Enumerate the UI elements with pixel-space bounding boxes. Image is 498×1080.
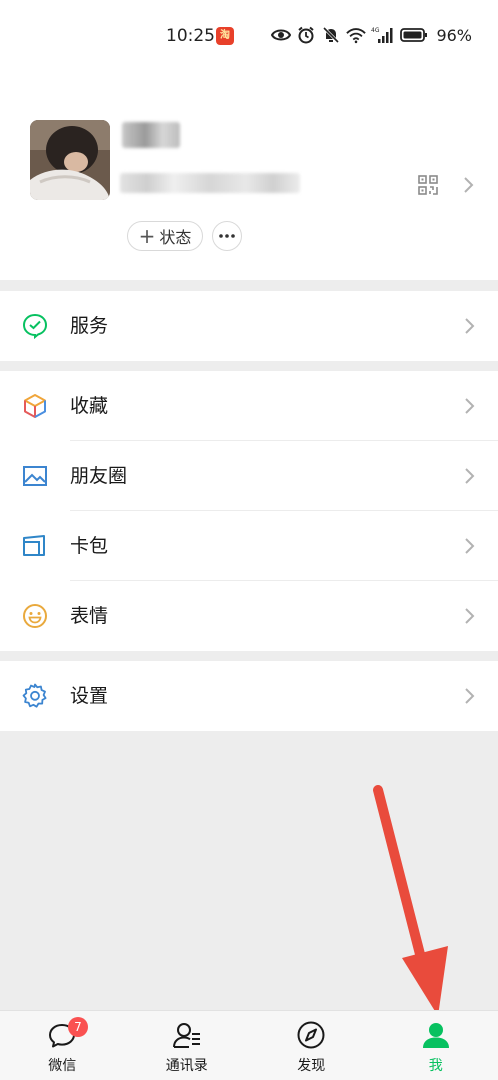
signal-icon: 4G (371, 25, 395, 45)
chevron-right-icon (464, 687, 476, 705)
more-button[interactable] (212, 221, 242, 251)
menu-item-cards[interactable]: 卡包 (0, 511, 498, 581)
network-type-label: 4G (371, 27, 380, 34)
smiley-icon (22, 603, 48, 629)
plus-icon: + (138, 224, 156, 248)
tab-me[interactable]: 我 (374, 1011, 498, 1080)
compass-icon (296, 1020, 326, 1050)
bottom-tab-bar: 7 微信 通讯录 发现 我 (0, 1010, 498, 1080)
tab-discover-label: 发现 (297, 1058, 326, 1074)
menu-item-moments[interactable]: 朋友圈 (0, 441, 498, 511)
more-dots-icon (219, 234, 235, 238)
settings-group: 设置 (0, 661, 498, 731)
card-wallet-icon (22, 533, 48, 559)
add-status-button[interactable]: + 状态 (127, 221, 203, 251)
status-bar: 10:25 淘 4G 96% (0, 0, 498, 75)
person-icon (421, 1020, 451, 1050)
settings-label: 设置 (70, 685, 109, 707)
unread-badge: 7 (68, 1017, 88, 1037)
wifi-icon (346, 25, 367, 45)
chevron-right-icon (464, 397, 476, 415)
tab-me-label: 我 (428, 1058, 443, 1074)
nickname-redacted (122, 122, 180, 148)
features-group: 收藏 朋友圈 卡包 表情 (0, 371, 498, 651)
services-icon (22, 313, 48, 340)
menu-item-settings[interactable]: 设置 (0, 661, 498, 731)
services-label: 服务 (70, 315, 109, 337)
battery-icon (400, 25, 428, 45)
alarm-icon (296, 25, 316, 45)
eye-icon (271, 25, 292, 45)
chevron-right-icon (464, 537, 476, 555)
profile-header[interactable]: + 状态 (0, 75, 498, 280)
mute-icon (321, 25, 341, 45)
tab-contacts[interactable]: 通讯录 (125, 1011, 250, 1080)
chevron-right-icon (464, 467, 476, 485)
status-button-label: 状态 (159, 228, 192, 247)
menu-item-favorites[interactable]: 收藏 (0, 371, 498, 441)
menu-item-services[interactable]: 服务 (0, 291, 498, 361)
gear-icon (22, 683, 48, 709)
chevron-right-icon (464, 317, 476, 335)
wechat-id-redacted (120, 173, 300, 193)
tab-chats[interactable]: 7 微信 (0, 1011, 125, 1080)
battery-percent: 96% (436, 25, 472, 45)
status-time: 10:25 (166, 26, 215, 46)
taobao-notification-icon: 淘 (216, 27, 234, 45)
qr-code-icon[interactable] (418, 175, 438, 195)
tab-contacts-label: 通讯录 (165, 1058, 208, 1074)
favorites-cube-icon (22, 393, 48, 419)
tab-chats-label: 微信 (48, 1058, 77, 1074)
annotation-arrow (373, 785, 448, 1016)
status-icons: 4G 96% (271, 25, 472, 45)
cards-label: 卡包 (70, 535, 109, 557)
moments-image-icon (22, 463, 48, 489)
moments-label: 朋友圈 (70, 465, 128, 487)
menu-item-stickers[interactable]: 表情 (0, 581, 498, 651)
chevron-right-icon[interactable] (462, 176, 476, 194)
chevron-right-icon (464, 607, 476, 625)
tab-discover[interactable]: 发现 (249, 1011, 374, 1080)
contacts-icon (172, 1020, 202, 1050)
stickers-label: 表情 (70, 605, 109, 627)
services-group: 服务 (0, 291, 498, 361)
avatar[interactable] (30, 120, 110, 200)
favorites-label: 收藏 (70, 395, 109, 417)
